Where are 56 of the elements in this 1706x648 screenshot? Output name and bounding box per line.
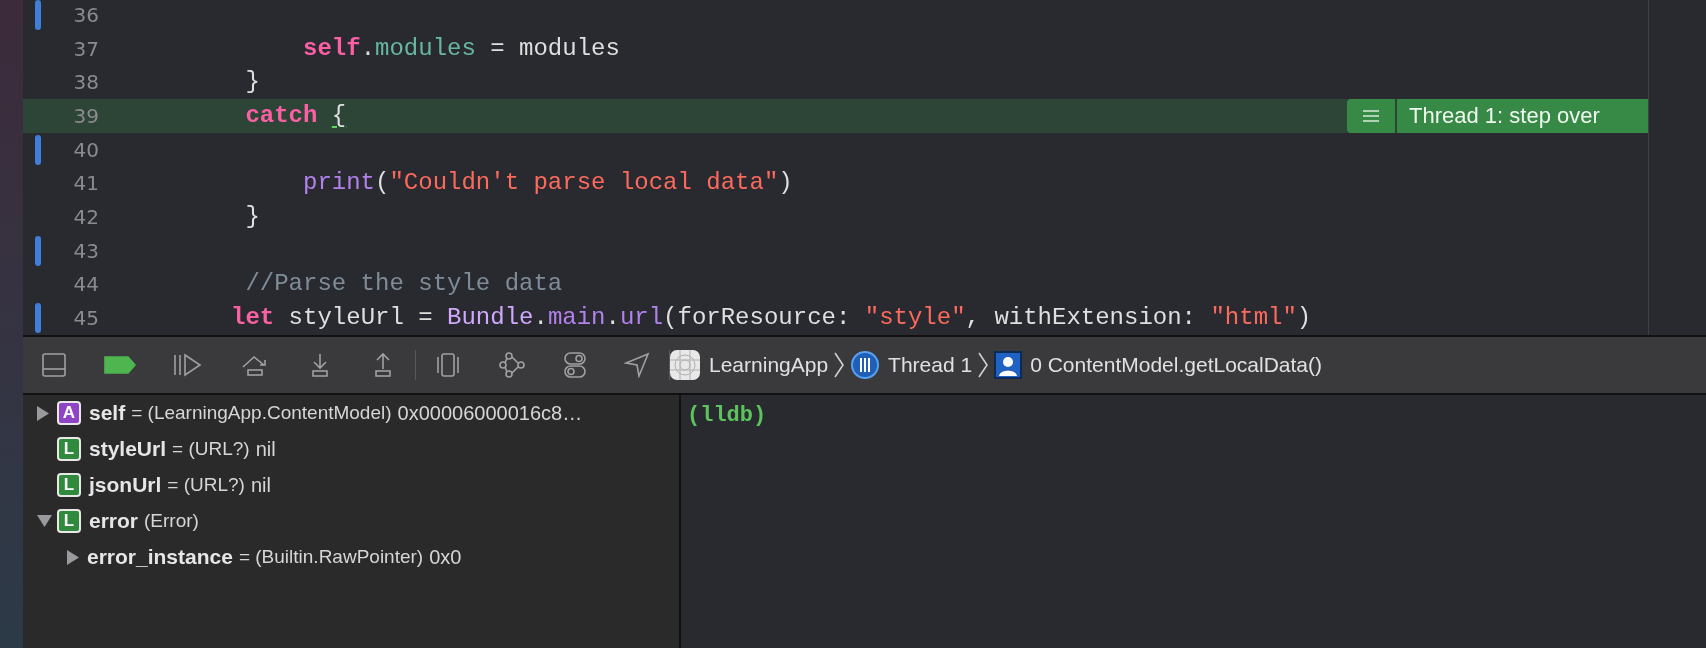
person-silhouette-icon — [994, 351, 1023, 379]
toggles-icon[interactable] — [563, 351, 587, 379]
node-graph-icon[interactable] — [498, 352, 526, 378]
breadcrumb-item[interactable]: Thread 1 — [888, 349, 973, 381]
variable-kind-badge: A — [57, 401, 81, 425]
variable-value: 0x00006000016c8… — [397, 401, 583, 426]
line-number: 39 — [72, 102, 99, 130]
breadcrumb-item[interactable]: LearningApp — [709, 349, 829, 381]
code-line: } — [244, 201, 260, 232]
variable-value: nil — [255, 437, 276, 462]
code-line: self.modules = modules — [302, 33, 620, 64]
thread-icon — [850, 350, 881, 380]
variable-name: error — [89, 508, 139, 535]
continue-icon[interactable] — [173, 353, 203, 377]
chevron-icon — [978, 352, 989, 378]
variable-value: 0x0 — [429, 545, 462, 570]
line-number: 41 — [72, 170, 99, 198]
code-line: let styleUrl = Bundle.main.url(forResource: "style", withExtension: "html") — [231, 303, 1312, 334]
line-number: 42 — [72, 203, 99, 231]
variable-kind-badge: L — [57, 509, 81, 533]
variable-type: = (Builtin.RawPointer) — [238, 544, 424, 569]
expanded-triangle-icon[interactable] — [37, 515, 52, 527]
chevron-icon — [834, 352, 845, 378]
line-number: 40 — [72, 136, 99, 164]
line-number: 43 — [72, 237, 99, 265]
variable-kind-badge: L — [57, 437, 81, 461]
code-line: print("Couldn't parse local data") — [302, 168, 793, 199]
code-line: //Parse the style data — [244, 269, 563, 300]
line-number: 45 — [72, 305, 99, 333]
line-number: 38 — [72, 69, 99, 97]
panel-icon[interactable] — [41, 352, 67, 378]
variable-type: = (LearningApp.ContentModel) — [131, 400, 392, 425]
line-number: 36 — [72, 1, 99, 29]
variable-type: = (URL?) — [167, 472, 245, 497]
variable-type: = (URL?) — [172, 436, 250, 461]
variable-name: styleUrl — [89, 436, 167, 463]
console-prompt: (lldb) — [687, 403, 767, 428]
app-icon — [669, 349, 701, 381]
variable-name: self — [89, 400, 126, 427]
variable-name: jsonUrl — [89, 472, 162, 499]
variable-value: nil — [250, 473, 271, 498]
line-number: 37 — [72, 35, 99, 63]
collapsed-triangle-icon[interactable] — [37, 405, 49, 421]
location-arrow-icon[interactable] — [624, 352, 650, 378]
menu-icon[interactable] — [1347, 99, 1395, 133]
collapsed-triangle-icon[interactable] — [67, 549, 79, 565]
debugger-annotation: Thread 1: step over — [1397, 99, 1648, 133]
variable-name: error_instance — [87, 544, 233, 571]
breakpoint-tag-icon[interactable] — [104, 356, 136, 374]
code-line: } — [244, 67, 260, 98]
breadcrumb-item[interactable]: 0 ContentModel.getLocalData() — [1030, 349, 1322, 381]
line-number: 44 — [72, 271, 99, 299]
variable-type: (Error) — [144, 508, 199, 533]
view-hierarchy-icon[interactable] — [435, 352, 461, 378]
code-line: catch { — [244, 100, 347, 131]
variable-kind-badge: L — [57, 473, 81, 497]
